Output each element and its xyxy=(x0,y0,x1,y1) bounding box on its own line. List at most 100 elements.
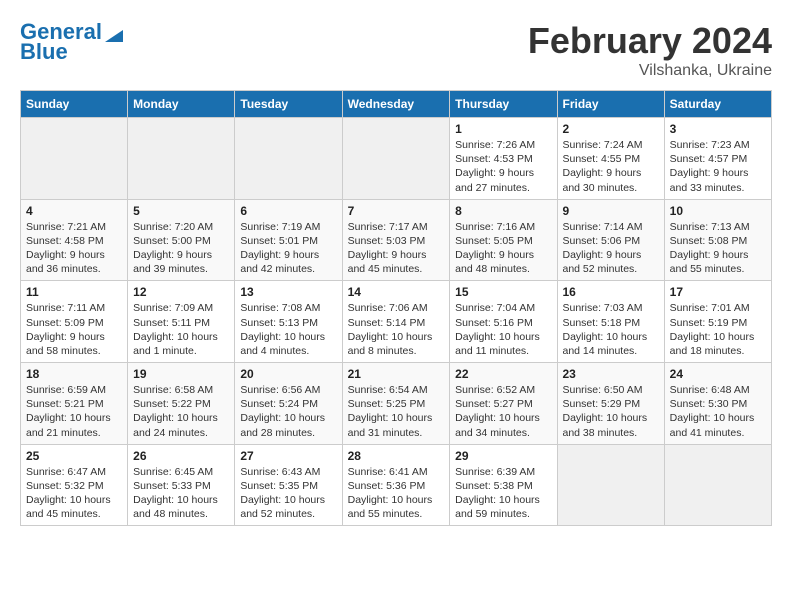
day-number: 4 xyxy=(26,204,122,218)
column-header-monday: Monday xyxy=(128,91,235,118)
day-number: 28 xyxy=(348,449,445,463)
day-info: Sunrise: 6:41 AMSunset: 5:36 PMDaylight:… xyxy=(348,465,445,522)
calendar-week-row: 11Sunrise: 7:11 AMSunset: 5:09 PMDayligh… xyxy=(21,281,772,363)
calendar-cell: 17 Sunrise: 7:01 AMSunset: 5:19 PMDayligh… xyxy=(664,281,771,363)
calendar-cell: 7 Sunrise: 7:17 AMSunset: 5:03 PMDaylight… xyxy=(342,199,450,281)
day-info: Sunrise: 7:04 AMSunset: 5:16 PMDaylight:… xyxy=(455,301,551,358)
day-info: Sunrise: 6:48 AMSunset: 5:30 PMDaylight:… xyxy=(670,383,766,440)
calendar-cell: 29Sunrise: 6:39 AMSunset: 5:38 PMDayligh… xyxy=(450,444,557,526)
calendar-cell: 26Sunrise: 6:45 AMSunset: 5:33 PMDayligh… xyxy=(128,444,235,526)
month-title: February 2024 xyxy=(528,20,772,62)
calendar-cell: 1 Sunrise: 7:26 AMSunset: 4:53 PMDaylight… xyxy=(450,118,557,200)
calendar-table: SundayMondayTuesdayWednesdayThursdayFrid… xyxy=(20,90,772,526)
calendar-cell: 14 Sunrise: 7:06 AMSunset: 5:14 PMDayligh… xyxy=(342,281,450,363)
calendar-cell xyxy=(342,118,450,200)
calendar-cell: 6Sunrise: 7:19 AMSunset: 5:01 PMDaylight… xyxy=(235,199,342,281)
calendar-week-row: 4 Sunrise: 7:21 AMSunset: 4:58 PMDaylight… xyxy=(21,199,772,281)
day-info: Sunrise: 6:52 AMSunset: 5:27 PMDaylight:… xyxy=(455,383,551,440)
day-number: 21 xyxy=(348,367,445,381)
day-info: Sunrise: 7:17 AMSunset: 5:03 PMDaylight:… xyxy=(348,220,445,277)
day-info: Sunrise: 7:03 AMSunset: 5:18 PMDaylight:… xyxy=(563,301,659,358)
day-number: 5 xyxy=(133,204,229,218)
calendar-cell: 4 Sunrise: 7:21 AMSunset: 4:58 PMDaylight… xyxy=(21,199,128,281)
day-number: 27 xyxy=(240,449,336,463)
day-number: 18 xyxy=(26,367,122,381)
calendar-cell: 16 Sunrise: 7:03 AMSunset: 5:18 PMDayligh… xyxy=(557,281,664,363)
day-info: Sunrise: 7:24 AMSunset: 4:55 PMDaylight:… xyxy=(563,138,659,195)
day-number: 7 xyxy=(348,204,445,218)
calendar-cell xyxy=(557,444,664,526)
day-info: Sunrise: 6:39 AMSunset: 5:38 PMDaylight:… xyxy=(455,465,551,522)
calendar-cell: 11Sunrise: 7:11 AMSunset: 5:09 PMDayligh… xyxy=(21,281,128,363)
day-info: Sunrise: 7:09 AMSunset: 5:11 PMDaylight:… xyxy=(133,301,229,358)
day-number: 10 xyxy=(670,204,766,218)
day-info: Sunrise: 6:59 AMSunset: 5:21 PMDaylight:… xyxy=(26,383,122,440)
logo: General Blue xyxy=(20,20,123,64)
calendar-cell: 10 Sunrise: 7:13 AMSunset: 5:08 PMDayligh… xyxy=(664,199,771,281)
calendar-header-row: SundayMondayTuesdayWednesdayThursdayFrid… xyxy=(21,91,772,118)
day-number: 9 xyxy=(563,204,659,218)
location-subtitle: Vilshanka, Ukraine xyxy=(528,62,772,80)
day-number: 1 xyxy=(455,122,551,136)
day-info: Sunrise: 6:58 AMSunset: 5:22 PMDaylight:… xyxy=(133,383,229,440)
day-info: Sunrise: 6:47 AMSunset: 5:32 PMDaylight:… xyxy=(26,465,122,522)
day-number: 19 xyxy=(133,367,229,381)
calendar-cell: 18 Sunrise: 6:59 AMSunset: 5:21 PMDayligh… xyxy=(21,363,128,445)
calendar-cell xyxy=(21,118,128,200)
day-number: 3 xyxy=(670,122,766,136)
day-info: Sunrise: 7:21 AMSunset: 4:58 PMDaylight:… xyxy=(26,220,122,277)
day-number: 22 xyxy=(455,367,551,381)
day-number: 13 xyxy=(240,285,336,299)
day-number: 6 xyxy=(240,204,336,218)
calendar-cell: 19 Sunrise: 6:58 AMSunset: 5:22 PMDayligh… xyxy=(128,363,235,445)
day-info: Sunrise: 7:08 AMSunset: 5:13 PMDaylight:… xyxy=(240,301,336,358)
calendar-cell: 9 Sunrise: 7:14 AMSunset: 5:06 PMDaylight… xyxy=(557,199,664,281)
day-info: Sunrise: 7:14 AMSunset: 5:06 PMDaylight:… xyxy=(563,220,659,277)
calendar-cell: 28 Sunrise: 6:41 AMSunset: 5:36 PMDayligh… xyxy=(342,444,450,526)
calendar-cell: 22 Sunrise: 6:52 AMSunset: 5:27 PMDayligh… xyxy=(450,363,557,445)
day-number: 16 xyxy=(563,285,659,299)
calendar-cell: 21 Sunrise: 6:54 AMSunset: 5:25 PMDayligh… xyxy=(342,363,450,445)
calendar-cell: 8 Sunrise: 7:16 AMSunset: 5:05 PMDaylight… xyxy=(450,199,557,281)
logo-text-line2: Blue xyxy=(20,40,68,64)
day-number: 11 xyxy=(26,285,122,299)
calendar-cell xyxy=(128,118,235,200)
day-info: Sunrise: 7:01 AMSunset: 5:19 PMDaylight:… xyxy=(670,301,766,358)
calendar-week-row: 25 Sunrise: 6:47 AMSunset: 5:32 PMDayligh… xyxy=(21,444,772,526)
day-info: Sunrise: 7:13 AMSunset: 5:08 PMDaylight:… xyxy=(670,220,766,277)
day-number: 25 xyxy=(26,449,122,463)
column-header-saturday: Saturday xyxy=(664,91,771,118)
calendar-cell: 12 Sunrise: 7:09 AMSunset: 5:11 PMDayligh… xyxy=(128,281,235,363)
logo-bird-icon xyxy=(105,20,123,42)
day-info: Sunrise: 7:16 AMSunset: 5:05 PMDaylight:… xyxy=(455,220,551,277)
day-info: Sunrise: 6:43 AMSunset: 5:35 PMDaylight:… xyxy=(240,465,336,522)
calendar-cell: 2 Sunrise: 7:24 AMSunset: 4:55 PMDaylight… xyxy=(557,118,664,200)
day-info: Sunrise: 7:06 AMSunset: 5:14 PMDaylight:… xyxy=(348,301,445,358)
calendar-cell: 13 Sunrise: 7:08 AMSunset: 5:13 PMDayligh… xyxy=(235,281,342,363)
column-header-thursday: Thursday xyxy=(450,91,557,118)
day-number: 24 xyxy=(670,367,766,381)
calendar-week-row: 18 Sunrise: 6:59 AMSunset: 5:21 PMDayligh… xyxy=(21,363,772,445)
day-number: 14 xyxy=(348,285,445,299)
day-number: 17 xyxy=(670,285,766,299)
day-number: 8 xyxy=(455,204,551,218)
day-number: 23 xyxy=(563,367,659,381)
day-info: Sunrise: 7:23 AMSunset: 4:57 PMDaylight:… xyxy=(670,138,766,195)
column-header-tuesday: Tuesday xyxy=(235,91,342,118)
calendar-cell: 15Sunrise: 7:04 AMSunset: 5:16 PMDayligh… xyxy=(450,281,557,363)
page-header: General Blue February 2024 Vilshanka, Uk… xyxy=(20,20,772,80)
day-info: Sunrise: 6:54 AMSunset: 5:25 PMDaylight:… xyxy=(348,383,445,440)
day-info: Sunrise: 7:26 AMSunset: 4:53 PMDaylight:… xyxy=(455,138,551,195)
day-number: 26 xyxy=(133,449,229,463)
day-info: Sunrise: 6:50 AMSunset: 5:29 PMDaylight:… xyxy=(563,383,659,440)
column-header-wednesday: Wednesday xyxy=(342,91,450,118)
column-header-sunday: Sunday xyxy=(21,91,128,118)
day-number: 12 xyxy=(133,285,229,299)
day-info: Sunrise: 6:56 AMSunset: 5:24 PMDaylight:… xyxy=(240,383,336,440)
calendar-cell: 20Sunrise: 6:56 AMSunset: 5:24 PMDayligh… xyxy=(235,363,342,445)
calendar-cell: 3 Sunrise: 7:23 AMSunset: 4:57 PMDaylight… xyxy=(664,118,771,200)
calendar-cell xyxy=(235,118,342,200)
calendar-cell: 23 Sunrise: 6:50 AMSunset: 5:29 PMDayligh… xyxy=(557,363,664,445)
calendar-cell: 27 Sunrise: 6:43 AMSunset: 5:35 PMDayligh… xyxy=(235,444,342,526)
day-number: 2 xyxy=(563,122,659,136)
